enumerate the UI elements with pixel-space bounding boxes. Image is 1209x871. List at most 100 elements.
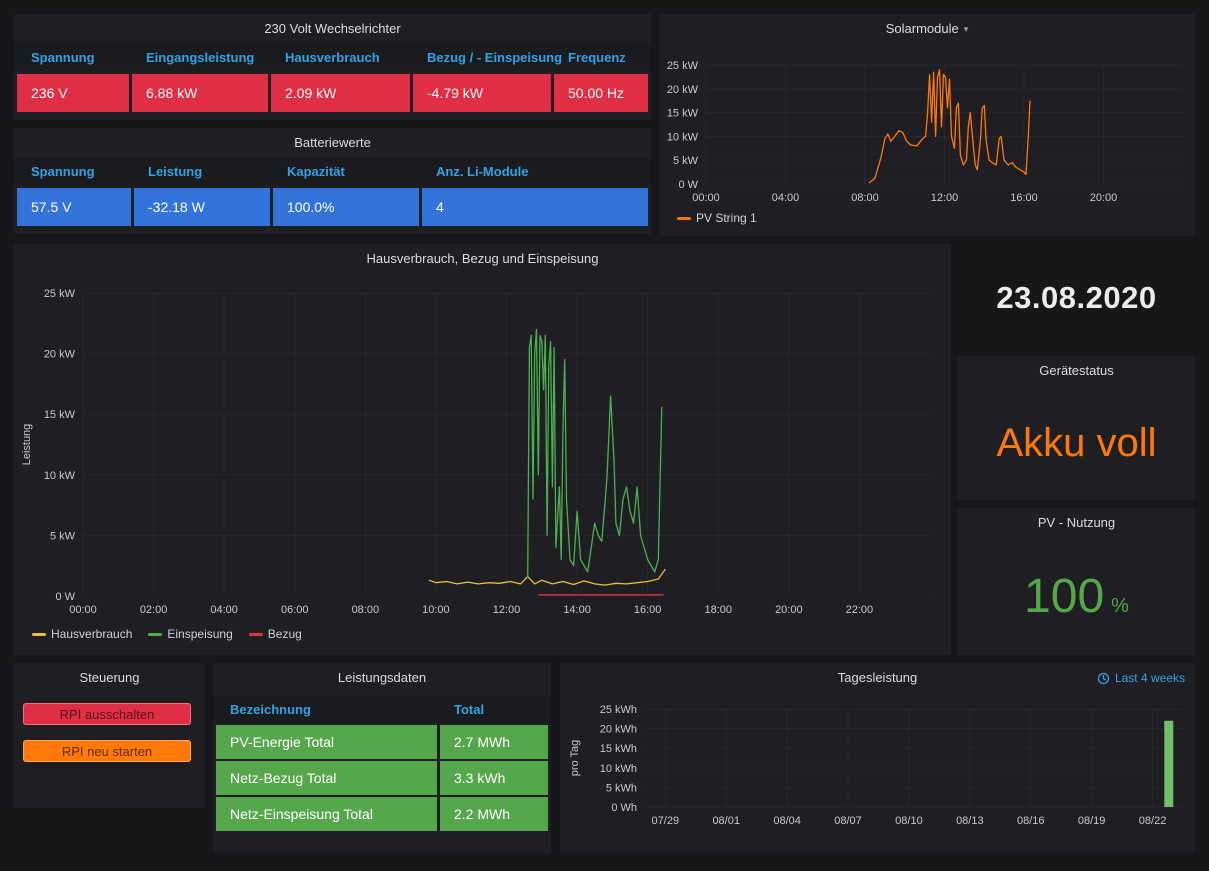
value-eingangsleistung: 6.88 kW	[132, 74, 268, 112]
table-row: PV-Energie Total 2.7 MWh	[213, 725, 551, 759]
svg-text:pro Tag: pro Tag	[569, 740, 581, 777]
pv-usage-number: 100	[1024, 569, 1104, 624]
column-header-frequenz[interactable]: Frequenz	[554, 50, 648, 65]
legend-item[interactable]: Bezug	[249, 627, 302, 641]
svg-text:00:00: 00:00	[69, 604, 97, 616]
panel-title-pv-nutzung: PV - Nutzung	[958, 508, 1195, 538]
table-row: Netz-Bezug Total 3.3 kWh	[213, 761, 551, 795]
row-total-netz-einspeisung: 2.2 MWh	[440, 797, 548, 831]
column-header-hausverbrauch[interactable]: Hausverbrauch	[271, 50, 410, 65]
panel-title-batteriewerte: Batteriewerte	[14, 128, 651, 158]
steuerung-buttons: RPI ausschalten RPI neu starten	[14, 693, 205, 762]
chevron-down-icon: ▾	[964, 24, 969, 34]
panel-title-leistungsdaten: Leistungsdaten	[213, 663, 551, 693]
svg-text:04:00: 04:00	[772, 192, 800, 204]
panel-batteriewerte: Batteriewerte Spannung Leistung Kapazitä…	[14, 128, 651, 234]
svg-text:5 kWh: 5 kWh	[606, 782, 637, 794]
panel-title-geraetestatus: Gerätestatus	[958, 356, 1195, 386]
current-date: 23.08.2020	[958, 252, 1195, 344]
panel-date: 23.08.2020	[958, 252, 1195, 344]
legend-swatch-icon	[677, 217, 691, 220]
svg-text:10 kW: 10 kW	[44, 470, 76, 482]
legend-item[interactable]: Hausverbrauch	[32, 627, 132, 641]
panel-pv-nutzung: PV - Nutzung 100 %	[958, 508, 1195, 655]
svg-text:15 kWh: 15 kWh	[600, 743, 637, 755]
legend-swatch-icon	[32, 633, 46, 636]
grafana-dashboard: 230 Volt Wechselrichter Spannung Eingang…	[0, 0, 1209, 871]
svg-text:08:00: 08:00	[851, 192, 879, 204]
panel-title-hausverbrauch: Hausverbrauch, Bezug und Einspeisung	[14, 244, 951, 274]
svg-text:16:00: 16:00	[634, 604, 662, 616]
row-total-pv-energie: 2.7 MWh	[440, 725, 548, 759]
row-label-pv-energie: PV-Energie Total	[216, 725, 437, 759]
value-bezug-einspeisung: -4.79 kW	[413, 74, 551, 112]
svg-text:04:00: 04:00	[210, 604, 238, 616]
panel-leistungsdaten: Leistungsdaten Bezeichnung Total PV-Ener…	[213, 663, 551, 853]
leistungsdaten-header-row: Bezeichnung Total	[213, 695, 551, 723]
svg-text:20:00: 20:00	[775, 604, 803, 616]
column-header-bat-kapazitaet[interactable]: Kapazität	[273, 164, 419, 179]
svg-text:08/16: 08/16	[1017, 815, 1045, 827]
wechselrichter-header-row: Spannung Eingangsleistung Hausverbrauch …	[14, 44, 651, 71]
svg-text:12:00: 12:00	[493, 604, 521, 616]
column-header-total[interactable]: Total	[440, 702, 548, 717]
status-value: Akku voll	[996, 421, 1156, 466]
svg-text:08:00: 08:00	[352, 604, 380, 616]
column-header-bat-module[interactable]: Anz. Li-Module	[422, 164, 648, 179]
svg-text:20:00: 20:00	[1090, 192, 1118, 204]
svg-text:0 W: 0 W	[678, 179, 698, 191]
panel-wechselrichter: 230 Volt Wechselrichter Spannung Eingang…	[14, 14, 651, 120]
svg-text:22:00: 22:00	[846, 604, 874, 616]
svg-text:16:00: 16:00	[1010, 192, 1038, 204]
svg-text:08/01: 08/01	[712, 815, 740, 827]
batteriewerte-value-row: 57.5 V -32.18 W 100.0% 4	[14, 188, 651, 226]
solarmodule-chart[interactable]: 0 W5 kW10 kW15 kW20 kW25 kW00:0004:0008:…	[659, 44, 1195, 210]
tagesleistung-chart[interactable]: 0 Wh5 kWh10 kWh15 kWh20 kWh25 kWh07/2908…	[560, 693, 1195, 833]
column-header-bezug-einspeisung[interactable]: Bezug / - Einspeisung	[413, 50, 551, 65]
geraetestatus-body: Akku voll	[958, 386, 1195, 500]
svg-text:25 kW: 25 kW	[44, 288, 76, 300]
svg-text:08/13: 08/13	[956, 815, 984, 827]
value-bat-leistung: -32.18 W	[134, 188, 270, 226]
legend-item[interactable]: PV String 1	[677, 211, 757, 225]
legend-label: Einspeisung	[167, 627, 232, 641]
svg-text:0 W: 0 W	[55, 591, 75, 603]
value-bat-kapazitaet: 100.0%	[273, 188, 419, 226]
svg-text:20 kW: 20 kW	[667, 84, 699, 96]
panel-steuerung: Steuerung RPI ausschalten RPI neu starte…	[14, 663, 205, 808]
svg-text:20 kWh: 20 kWh	[600, 724, 637, 736]
column-header-bezeichnung[interactable]: Bezeichnung	[216, 702, 437, 717]
column-header-eingangsleistung[interactable]: Eingangsleistung	[132, 50, 268, 65]
column-header-bat-leistung[interactable]: Leistung	[134, 164, 270, 179]
time-range-label: Last 4 weeks	[1115, 671, 1185, 685]
wechselrichter-value-row: 236 V 6.88 kW 2.09 kW -4.79 kW 50.00 Hz	[14, 74, 651, 112]
pv-usage-value: 100 %	[1024, 569, 1129, 624]
column-header-bat-spannung[interactable]: Spannung	[17, 164, 131, 179]
svg-text:Leistung: Leistung	[21, 424, 33, 466]
legend-swatch-icon	[148, 633, 162, 636]
table-row: Netz-Einspeisung Total 2.2 MWh	[213, 797, 551, 831]
value-bat-spannung: 57.5 V	[17, 188, 131, 226]
panel-title-solarmodule[interactable]: Solarmodule▾	[659, 14, 1195, 44]
row-total-netz-bezug: 3.3 kWh	[440, 761, 548, 795]
legend-label: Hausverbrauch	[51, 627, 132, 641]
svg-text:10:00: 10:00	[422, 604, 450, 616]
svg-text:08/07: 08/07	[834, 815, 862, 827]
rpi-restart-button[interactable]: RPI neu starten	[23, 740, 191, 762]
hausverbrauch-chart[interactable]: 0 W5 kW10 kW15 kW20 kW25 kW00:0002:0004:…	[14, 274, 951, 626]
rpi-shutdown-button[interactable]: RPI ausschalten	[23, 703, 191, 725]
legend-item[interactable]: Einspeisung	[148, 627, 232, 641]
panel-hausverbrauch-chart: Hausverbrauch, Bezug und Einspeisung 0 W…	[14, 244, 951, 655]
value-bat-module: 4	[422, 188, 648, 226]
time-range-badge[interactable]: Last 4 weeks	[1097, 671, 1185, 685]
column-header-spannung[interactable]: Spannung	[17, 50, 129, 65]
svg-text:25 kW: 25 kW	[667, 60, 699, 72]
hausverbrauch-legend: Hausverbrauch Einspeisung Bezug	[14, 626, 951, 641]
solarmodule-legend: PV String 1	[659, 210, 1195, 225]
svg-text:25 kWh: 25 kWh	[600, 704, 637, 716]
svg-text:15 kW: 15 kW	[44, 409, 76, 421]
batteriewerte-header-row: Spannung Leistung Kapazität Anz. Li-Modu…	[14, 158, 651, 185]
svg-text:10 kW: 10 kW	[667, 131, 699, 143]
value-spannung: 236 V	[17, 74, 129, 112]
value-frequenz: 50.00 Hz	[554, 74, 648, 112]
